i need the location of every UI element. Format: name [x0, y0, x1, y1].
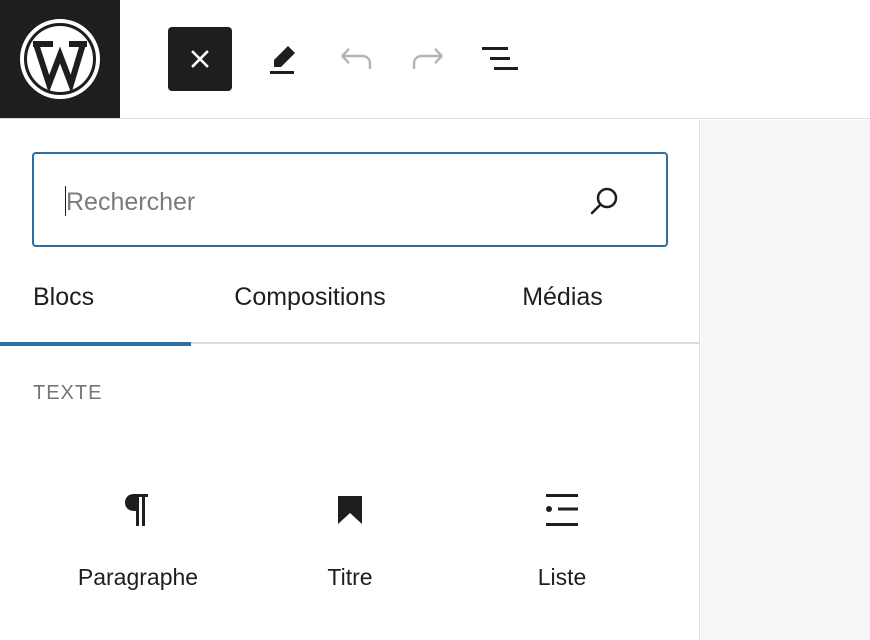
editor-canvas[interactable]	[701, 120, 870, 640]
paragraph-icon	[114, 486, 162, 534]
category-heading-texte: TEXTE	[33, 382, 103, 404]
wordpress-logo-icon	[20, 19, 100, 99]
edit-tools-button[interactable]	[252, 27, 316, 91]
wordpress-logo-button[interactable]	[0, 0, 120, 118]
close-inserter-button[interactable]	[168, 27, 232, 91]
block-item-liste[interactable]: Liste	[462, 470, 662, 610]
tab-blocs[interactable]: Blocs	[0, 260, 191, 346]
inserter-tabs: Blocs Compositions Médias	[0, 260, 700, 346]
redo-icon	[412, 48, 443, 69]
heading-bookmark-icon	[326, 486, 374, 534]
document-overview-button[interactable]	[468, 27, 532, 91]
pencil-icon	[270, 46, 295, 74]
block-item-titre[interactable]: Titre	[250, 470, 450, 610]
block-item-paragraphe[interactable]: Paragraphe	[38, 470, 238, 610]
close-icon	[191, 50, 209, 68]
list-icon	[538, 486, 586, 534]
search-field[interactable]: Rechercher	[32, 152, 668, 247]
editor-header	[0, 0, 870, 119]
undo-icon	[341, 48, 372, 69]
list-view-icon	[482, 47, 518, 70]
block-inserter-panel: Rechercher Blocs Compositions Médias TEX…	[0, 120, 700, 640]
block-label: Liste	[537, 564, 587, 590]
block-label: Titre	[327, 564, 373, 590]
tab-compositions[interactable]: Compositions	[200, 260, 420, 344]
search-placeholder: Rechercher	[66, 188, 196, 216]
search-icon[interactable]	[586, 184, 622, 220]
block-label: Paragraphe	[77, 564, 199, 590]
redo-button[interactable]	[396, 27, 460, 91]
tab-medias[interactable]: Médias	[475, 260, 650, 344]
undo-button[interactable]	[324, 27, 388, 91]
